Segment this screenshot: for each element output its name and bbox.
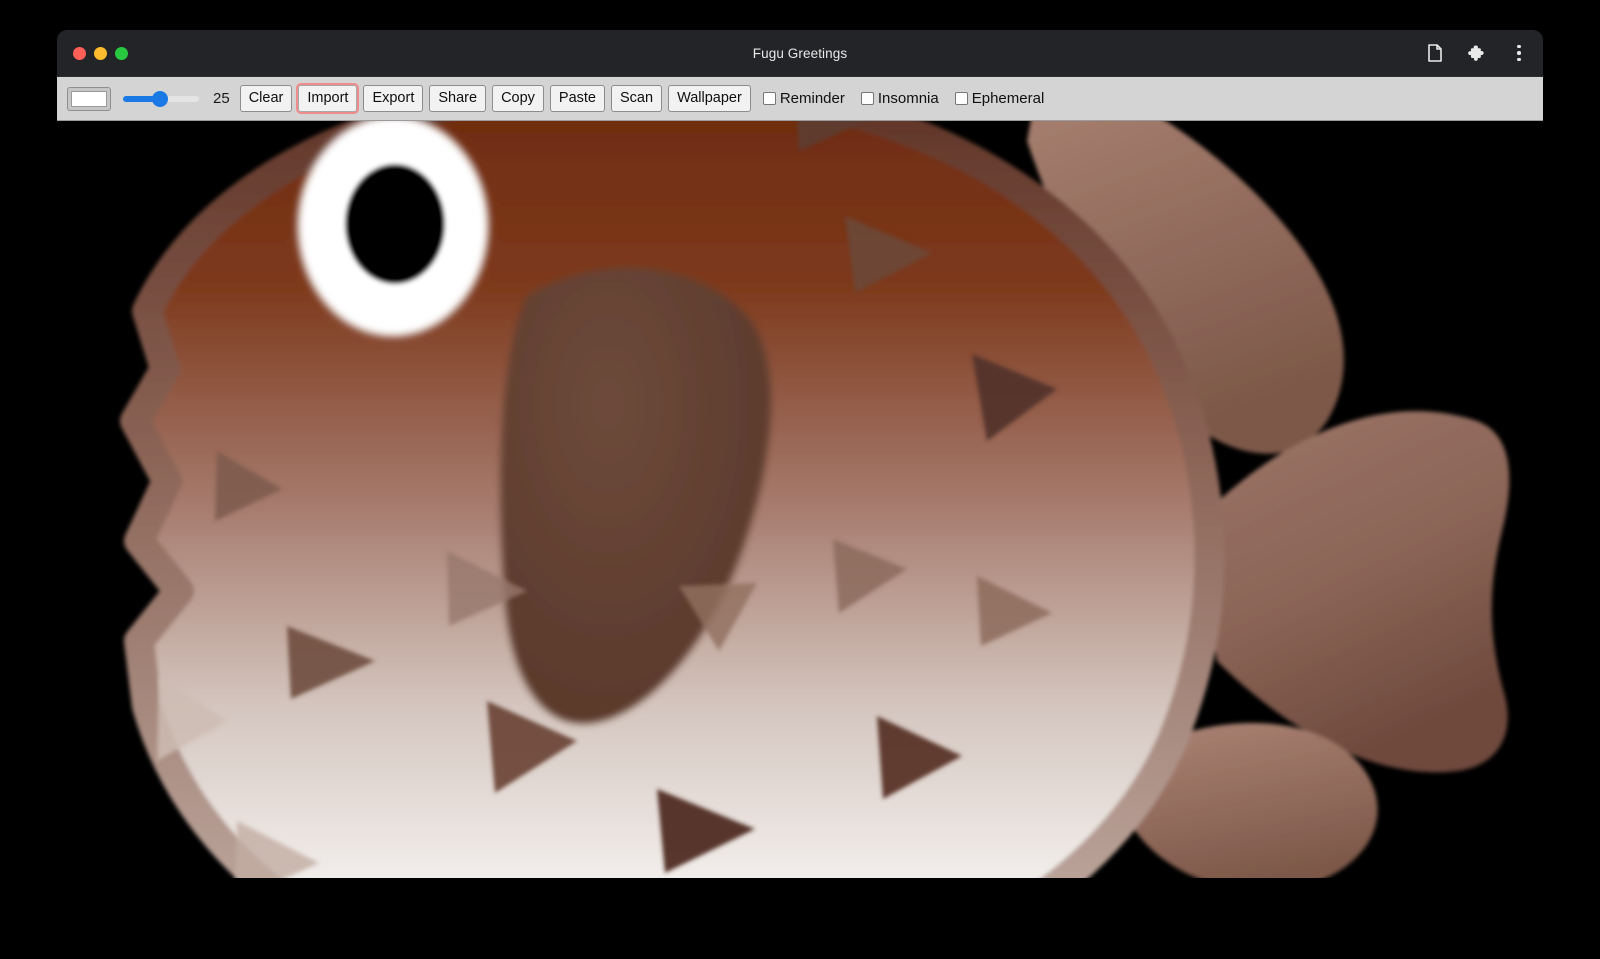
puzzle-extension-icon[interactable] — [1467, 43, 1487, 63]
share-button[interactable]: Share — [429, 85, 486, 112]
window-title: Fugu Greetings — [57, 46, 1543, 61]
clear-button[interactable]: Clear — [240, 85, 293, 112]
color-picker-input[interactable] — [67, 87, 111, 111]
window-titlebar: Fugu Greetings — [57, 30, 1543, 77]
minimize-button[interactable] — [94, 47, 107, 60]
reminder-checkbox-group[interactable]: Reminder — [763, 90, 845, 107]
insomnia-checkbox-group[interactable]: Insomnia — [861, 90, 939, 107]
paste-button[interactable]: Paste — [550, 85, 605, 112]
app-toolbar: 25 Clear Import Export Share Copy Paste … — [57, 77, 1543, 121]
ephemeral-checkbox-group[interactable]: Ephemeral — [955, 90, 1045, 107]
kebab-menu-icon[interactable] — [1509, 43, 1529, 63]
copy-button[interactable]: Copy — [492, 85, 544, 112]
ephemeral-label: Ephemeral — [972, 90, 1045, 107]
blowfish-emoji-artwork — [57, 121, 1543, 878]
import-button[interactable]: Import — [298, 85, 357, 112]
ephemeral-checkbox[interactable] — [955, 92, 968, 105]
titlebar-actions — [1425, 43, 1529, 63]
maximize-button[interactable] — [115, 47, 128, 60]
export-button[interactable]: Export — [363, 85, 423, 112]
slider-thumb[interactable] — [152, 91, 168, 107]
insomnia-checkbox[interactable] — [861, 92, 874, 105]
insomnia-label: Insomnia — [878, 90, 939, 107]
reminder-label: Reminder — [780, 90, 845, 107]
scan-button[interactable]: Scan — [611, 85, 662, 112]
close-button[interactable] — [73, 47, 86, 60]
drawing-canvas[interactable] — [57, 121, 1543, 878]
traffic-light-group — [57, 47, 128, 60]
slider-value-label: 25 — [213, 90, 230, 107]
wallpaper-button[interactable]: Wallpaper — [668, 85, 751, 112]
line-width-slider[interactable] — [123, 90, 199, 108]
page-document-icon[interactable] — [1425, 43, 1445, 63]
color-swatch-icon — [71, 91, 107, 107]
app-window: Fugu Greetings — [57, 30, 1543, 878]
reminder-checkbox[interactable] — [763, 92, 776, 105]
